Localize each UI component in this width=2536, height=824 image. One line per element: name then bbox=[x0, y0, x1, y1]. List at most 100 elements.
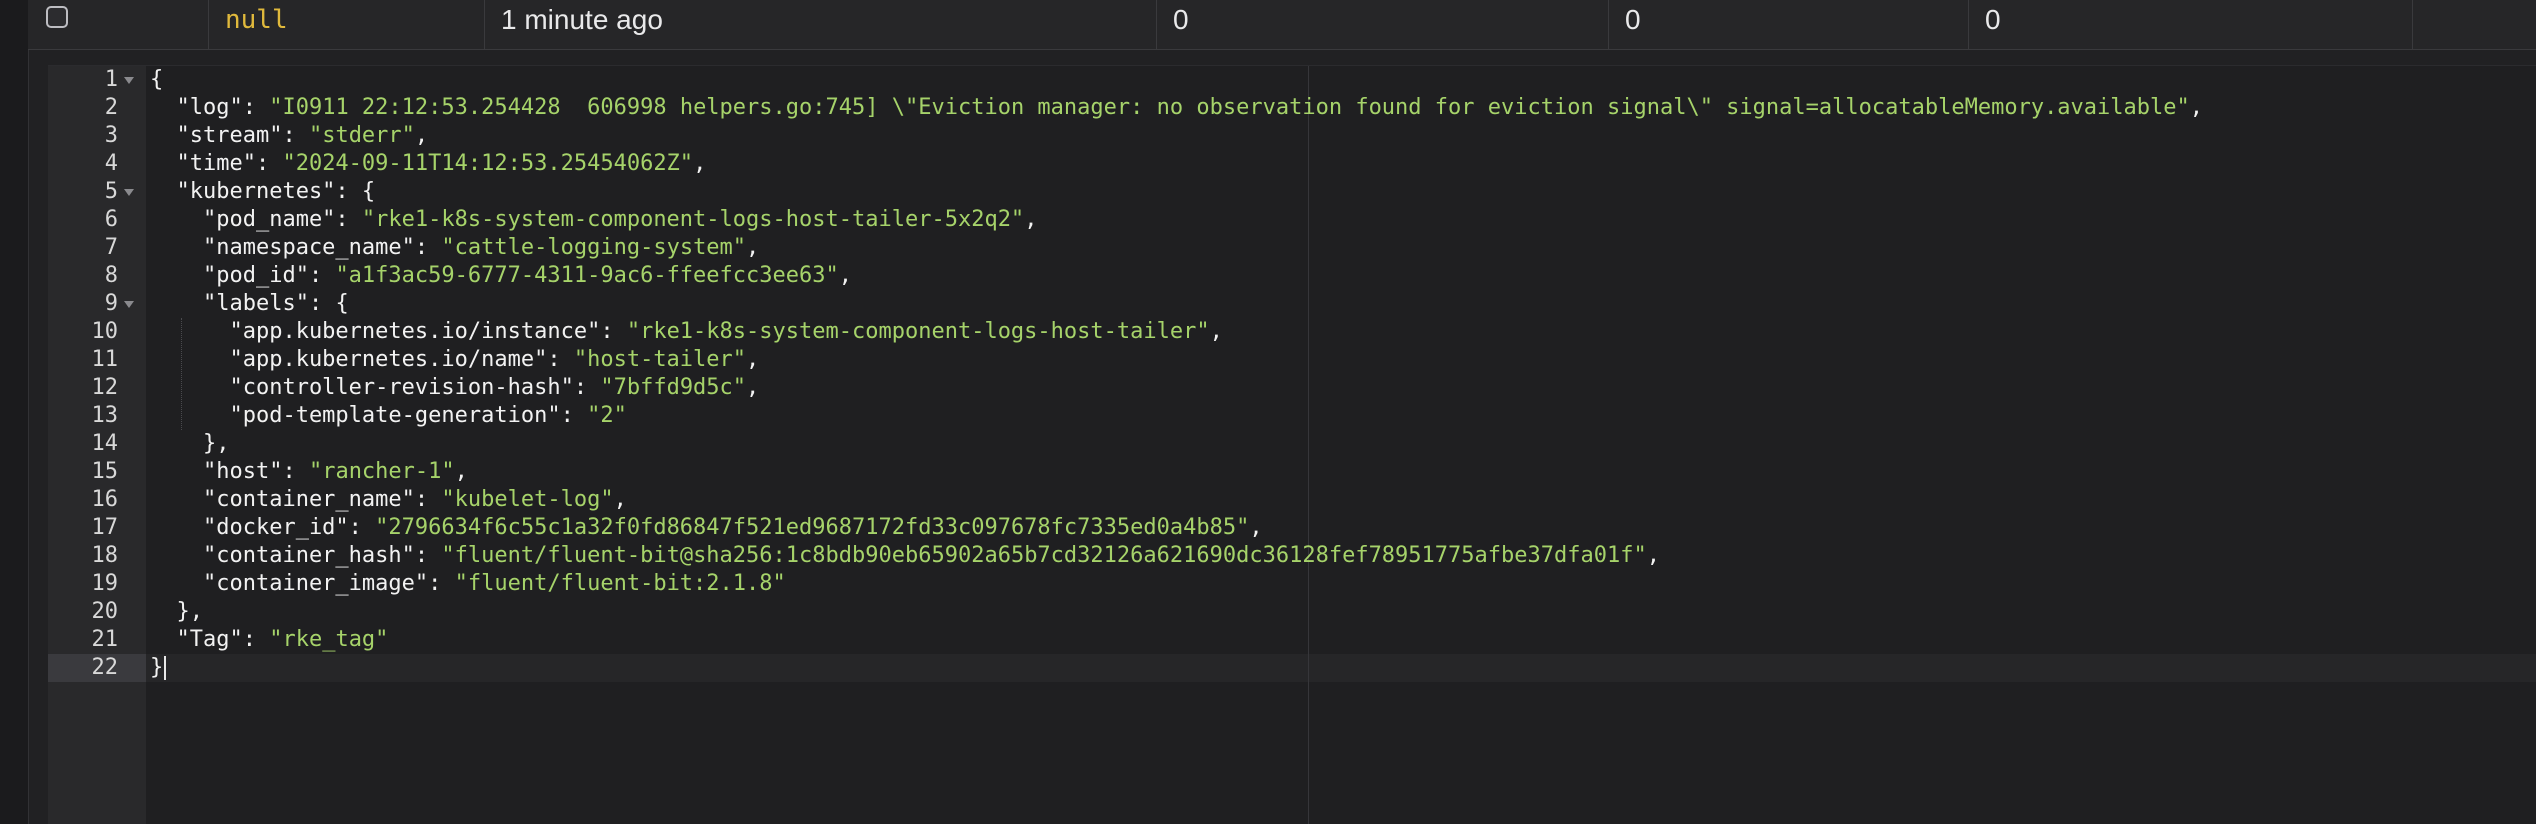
code-line[interactable]: }, bbox=[150, 430, 230, 458]
code-punctuation: , bbox=[1249, 515, 1263, 540]
json-key: "pod_id": bbox=[150, 263, 336, 288]
json-key: "time": bbox=[150, 151, 283, 176]
line-number: 12 bbox=[91, 375, 119, 400]
line-number: 16 bbox=[91, 487, 119, 512]
code-line[interactable]: "namespace_name": "cattle-logging-system… bbox=[150, 234, 759, 262]
code-line[interactable]: "container_hash": "fluent/fluent-bit@sha… bbox=[150, 542, 1660, 570]
count-cell-b: 0 bbox=[1608, 0, 1968, 49]
code-line[interactable]: "pod_id": "a1f3ac59-6777-4311-9ac6-ffeef… bbox=[150, 262, 852, 290]
json-key: "container_image": bbox=[150, 571, 455, 596]
line-number: 9 bbox=[104, 291, 118, 316]
line-number: 8 bbox=[104, 263, 118, 288]
json-string-value: "stderr" bbox=[308, 123, 415, 148]
code-line[interactable]: "Tag": "rke_tag" bbox=[150, 626, 388, 654]
line-number: 14 bbox=[91, 431, 119, 456]
code-line[interactable]: "container_image": "fluent/fluent-bit:2.… bbox=[150, 570, 786, 598]
code-line[interactable]: "container_name": "kubelet-log", bbox=[150, 486, 627, 514]
code-punctuation: , bbox=[746, 347, 760, 372]
json-key: "docker_id": bbox=[150, 515, 376, 540]
table-row[interactable]: null 1 minute ago 0 0 0 bbox=[28, 0, 2536, 50]
code-line[interactable]: }, bbox=[150, 598, 204, 626]
code-line[interactable]: "pod_name": "rke1-k8s-system-component-l… bbox=[150, 206, 1037, 234]
code-line[interactable]: "stream": "stderr", bbox=[150, 122, 428, 150]
code-punctuation: }, bbox=[176, 599, 204, 624]
code-line[interactable]: "host": "rancher-1", bbox=[150, 458, 468, 486]
json-key: "namespace_name": bbox=[150, 235, 442, 260]
count-cell-a: 0 bbox=[1156, 0, 1608, 49]
json-key: "pod_name": bbox=[150, 207, 362, 232]
code-line[interactable]: "app.kubernetes.io/instance": "rke1-k8s-… bbox=[150, 318, 1223, 346]
json-key: "container_hash": bbox=[150, 543, 442, 568]
fold-toggle-icon[interactable] bbox=[124, 189, 134, 196]
json-string-value: "rke1-k8s-system-component-logs-host-tai… bbox=[361, 207, 1025, 232]
code-line[interactable]: "log": "I0911 22:12:53.254428 606998 hel… bbox=[150, 94, 2203, 122]
line-number: 21 bbox=[91, 627, 119, 652]
json-key: "container_name": bbox=[150, 487, 442, 512]
code-punctuation: , bbox=[1209, 319, 1223, 344]
page-left-strip bbox=[0, 0, 29, 824]
code-punctuation: }, bbox=[202, 431, 230, 456]
json-string-value: "I0911 22:12:53.254428 606998 helpers.go… bbox=[269, 95, 2190, 120]
text-cursor bbox=[164, 656, 166, 680]
json-string-value: "host-tailer" bbox=[573, 347, 747, 372]
code-line[interactable]: { bbox=[150, 66, 163, 94]
code-punctuation: , bbox=[2189, 95, 2204, 120]
count-cell-c: 0 bbox=[1968, 0, 2412, 49]
code-punctuation: , bbox=[838, 263, 853, 288]
code-line[interactable]: } bbox=[150, 654, 163, 682]
line-number: 1 bbox=[104, 67, 118, 92]
code-punctuation: { bbox=[150, 67, 164, 92]
json-key: "Tag": bbox=[150, 627, 270, 652]
code-punctuation: { bbox=[335, 291, 349, 316]
json-string-value: "kubelet-log" bbox=[441, 487, 614, 512]
json-key: "log": bbox=[150, 95, 270, 120]
code-punctuation: , bbox=[414, 123, 429, 148]
row-select-cell[interactable] bbox=[28, 0, 208, 49]
json-string-value: "fluent/fluent-bit@sha256:1c8bdb90eb6590… bbox=[441, 543, 1647, 568]
json-string-value: "a1f3ac59-6777-4311-9ac6-ffeefcc3ee63" bbox=[335, 263, 839, 288]
line-number: 6 bbox=[104, 207, 118, 232]
code-punctuation: , bbox=[746, 235, 760, 260]
print-margin-line bbox=[1308, 66, 1309, 824]
json-key: "kubernetes": bbox=[150, 179, 362, 204]
json-code-editor[interactable]: { "log": "I0911 22:12:53.254428 606998 h… bbox=[48, 65, 2536, 824]
json-key: "app.kubernetes.io/name": bbox=[150, 347, 574, 372]
fold-toggle-icon[interactable] bbox=[124, 77, 134, 84]
time-ago-cell: 1 minute ago bbox=[484, 0, 1156, 49]
row-select-checkbox[interactable] bbox=[46, 5, 68, 28]
json-string-value: "2024-09-11T14:12:53.25454062Z" bbox=[282, 151, 694, 176]
code-line[interactable]: "labels": { bbox=[150, 290, 349, 318]
null-value-cell: null bbox=[208, 0, 484, 49]
json-key: "host": bbox=[150, 459, 309, 484]
json-key: "labels": bbox=[150, 291, 336, 316]
json-string-value: "2" bbox=[587, 403, 627, 428]
line-number: 22 bbox=[91, 655, 119, 680]
code-punctuation: , bbox=[1646, 543, 1660, 568]
json-key: "controller-revision-hash": bbox=[150, 375, 601, 400]
line-number: 15 bbox=[91, 459, 119, 484]
json-key bbox=[150, 431, 203, 456]
code-line[interactable]: "kubernetes": { bbox=[150, 178, 375, 206]
code-line[interactable]: "docker_id": "2796634f6c55c1a32f0fd86847… bbox=[150, 514, 1263, 542]
line-number: 13 bbox=[91, 403, 119, 428]
json-key: "app.kubernetes.io/instance": bbox=[150, 319, 627, 344]
json-string-value: "rancher-1" bbox=[308, 459, 455, 484]
line-number: 4 bbox=[104, 151, 118, 176]
code-punctuation: , bbox=[454, 459, 468, 484]
json-string-value: "fluent/fluent-bit:2.1.8" bbox=[454, 571, 786, 596]
line-number: 10 bbox=[91, 319, 119, 344]
line-number: 11 bbox=[91, 347, 119, 372]
code-punctuation: { bbox=[361, 179, 376, 204]
line-number: 7 bbox=[104, 235, 118, 260]
code-punctuation: } bbox=[150, 655, 164, 680]
code-line[interactable]: "pod-template-generation": "2" bbox=[150, 402, 627, 430]
line-number: 3 bbox=[104, 123, 118, 148]
json-key bbox=[150, 599, 177, 624]
code-line[interactable]: "controller-revision-hash": "7bffd9d5c", bbox=[150, 374, 759, 402]
code-punctuation: , bbox=[746, 375, 760, 400]
json-string-value: "7bffd9d5c" bbox=[600, 375, 747, 400]
fold-toggle-icon[interactable] bbox=[124, 301, 134, 308]
code-line[interactable]: "app.kubernetes.io/name": "host-tailer", bbox=[150, 346, 759, 374]
code-line[interactable]: "time": "2024-09-11T14:12:53.25454062Z", bbox=[150, 150, 706, 178]
json-key: "stream": bbox=[150, 123, 309, 148]
